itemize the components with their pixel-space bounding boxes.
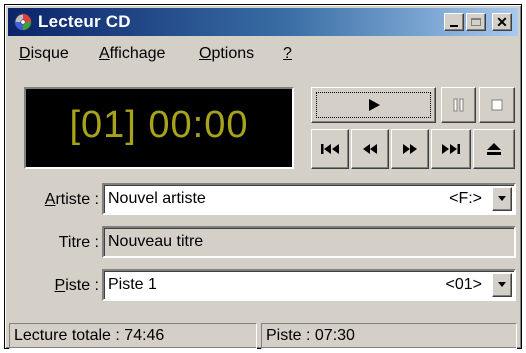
maximize-button[interactable] bbox=[466, 13, 486, 31]
artist-combobox[interactable]: Nouvel artiste <F:> bbox=[102, 183, 516, 215]
next-track-icon bbox=[442, 144, 460, 154]
play-button[interactable] bbox=[311, 87, 436, 123]
eject-icon bbox=[487, 143, 501, 155]
track-number: <01> bbox=[445, 276, 482, 293]
status-track-time: Piste : 07:30 bbox=[261, 323, 517, 349]
stop-button[interactable] bbox=[479, 87, 515, 123]
rewind-button[interactable] bbox=[351, 129, 389, 169]
pause-button[interactable] bbox=[441, 87, 476, 123]
menu-disque[interactable]: Disque bbox=[19, 45, 69, 63]
title-field[interactable]: Nouveau titre bbox=[102, 226, 516, 258]
focus-rect bbox=[316, 92, 431, 118]
eject-button[interactable] bbox=[473, 129, 515, 169]
menu-options[interactable]: Options bbox=[199, 45, 254, 63]
close-button[interactable]: ✕ bbox=[492, 13, 512, 31]
previous-track-icon bbox=[321, 144, 339, 154]
title-label: Titre : bbox=[58, 234, 99, 251]
window-title: Lecteur CD bbox=[38, 12, 131, 31]
track-label: Piste : bbox=[54, 277, 99, 294]
track-value: Piste 1 bbox=[108, 276, 157, 293]
pause-icon bbox=[453, 98, 463, 112]
minimize-icon bbox=[450, 25, 458, 27]
status-total-time: Lecture totale : 74:46 bbox=[9, 323, 257, 349]
next-track-button[interactable] bbox=[431, 129, 471, 169]
artist-dropdown-button[interactable] bbox=[492, 187, 512, 211]
stop-icon bbox=[491, 99, 503, 111]
minimize-button[interactable] bbox=[444, 13, 464, 31]
title-bar[interactable]: Lecteur CD ✕ bbox=[8, 8, 518, 36]
time-display: [01] 00:00 bbox=[24, 87, 294, 169]
close-icon: ✕ bbox=[496, 14, 508, 30]
track-dropdown-button[interactable] bbox=[492, 273, 512, 297]
artist-label: Artiste : bbox=[44, 191, 99, 208]
cd-player-window: Lecteur CD ✕ Disque Affichage Options ? … bbox=[4, 4, 522, 349]
artist-drive: <F:> bbox=[449, 190, 482, 207]
artist-value: Nouvel artiste bbox=[108, 190, 206, 207]
previous-track-button[interactable] bbox=[311, 129, 349, 169]
title-value: Nouveau titre bbox=[108, 233, 204, 250]
menu-affichage[interactable]: Affichage bbox=[99, 45, 165, 63]
cd-app-icon bbox=[14, 13, 32, 31]
maximize-icon bbox=[471, 18, 481, 26]
rewind-icon bbox=[363, 144, 377, 154]
fast-forward-icon bbox=[403, 144, 417, 154]
menu-help[interactable]: ? bbox=[283, 45, 292, 63]
chevron-down-icon bbox=[498, 196, 506, 201]
track-combobox[interactable]: Piste 1 <01> bbox=[102, 269, 516, 301]
chevron-down-icon bbox=[498, 282, 506, 287]
fast-forward-button[interactable] bbox=[391, 129, 429, 169]
track-time-readout: [01] 00:00 bbox=[69, 104, 249, 146]
